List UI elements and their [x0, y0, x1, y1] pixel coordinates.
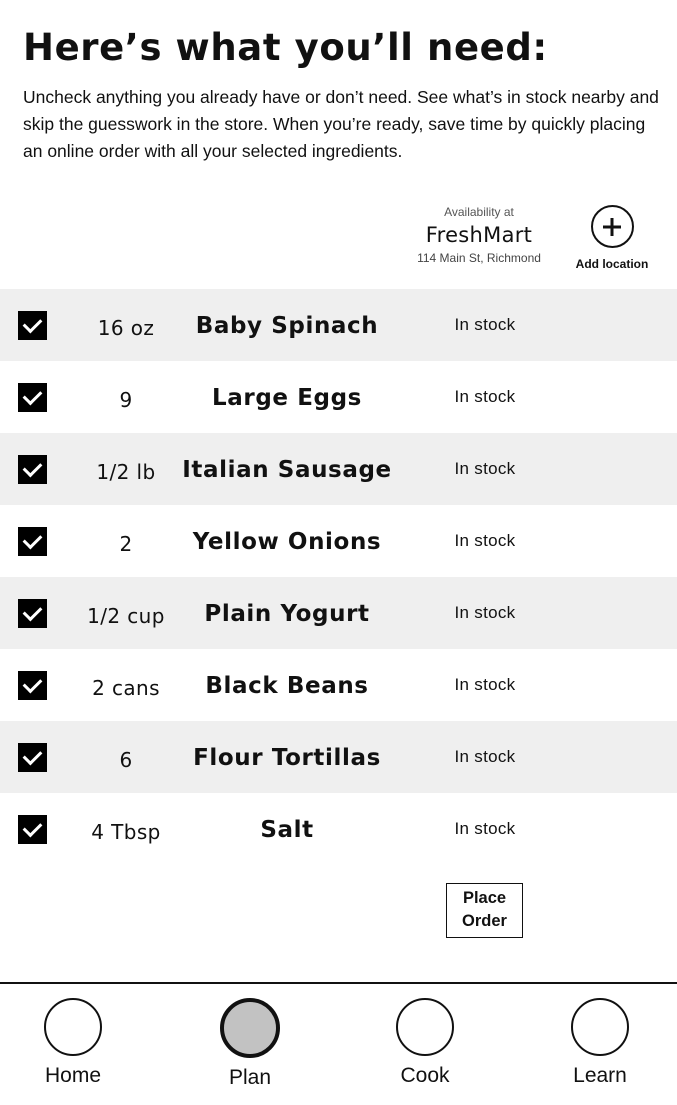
- ingredient-name: Yellow Onions: [192, 529, 382, 555]
- place-order-button[interactable]: Place Order: [446, 883, 523, 938]
- stock-status: In stock: [454, 675, 516, 694]
- ingredient-name: Flour Tortillas: [193, 745, 381, 771]
- ingredient-checkbox[interactable]: [18, 743, 47, 772]
- nav-label: Plan: [228, 1066, 272, 1089]
- intro-text: Uncheck anything you already have or don…: [23, 87, 659, 161]
- ingredient-name: Italian Sausage: [182, 457, 392, 483]
- ingredient-checkbox[interactable]: [18, 383, 47, 412]
- ingredient-name: Plain Yogurt: [204, 601, 370, 627]
- ingredient-quantity: 2 cans: [92, 676, 160, 700]
- stock-status: In stock: [454, 315, 516, 334]
- bottom-nav: Home Plan Cook Learn: [0, 982, 677, 1105]
- ingredient-checkbox[interactable]: [18, 455, 47, 484]
- nav-item-learn[interactable]: Learn: [540, 998, 660, 1088]
- plus-circle-icon: [590, 205, 634, 248]
- nav-label: Home: [44, 1064, 102, 1087]
- ingredient-row: 6 Flour Tortillas In stock: [0, 721, 677, 793]
- add-location-button[interactable]: Add location: [570, 205, 654, 271]
- nav-item-home[interactable]: Home: [13, 998, 133, 1088]
- ingredient-list: 16 oz Baby Spinach In stock 9 Large Eggs…: [0, 289, 677, 865]
- ingredient-row: 4 Tbsp Salt In stock: [0, 793, 677, 865]
- ingredient-quantity: 1/2 lb: [96, 460, 156, 484]
- stock-status: In stock: [454, 603, 516, 622]
- ingredient-row: 2 Yellow Onions In stock: [0, 505, 677, 577]
- ingredient-checkbox[interactable]: [18, 527, 47, 556]
- ingredient-checkbox[interactable]: [18, 599, 47, 628]
- ingredient-row: 1/2 cup Plain Yogurt In stock: [0, 577, 677, 649]
- add-location-label: Add location: [575, 257, 649, 271]
- store-address: 114 Main St, Richmond: [417, 251, 541, 265]
- ingredient-row: 1/2 lb Italian Sausage In stock: [0, 433, 677, 505]
- stock-status: In stock: [454, 819, 516, 838]
- ingredient-name: Salt: [260, 817, 314, 843]
- ingredient-checkbox[interactable]: [18, 815, 47, 844]
- nav-item-cook[interactable]: Cook: [365, 998, 485, 1088]
- stock-status: In stock: [454, 387, 516, 406]
- cook-circle-icon: [396, 998, 454, 1056]
- availability-label: Availability at: [444, 205, 514, 219]
- ingredient-row: 16 oz Baby Spinach In stock: [0, 289, 677, 361]
- stock-status: In stock: [454, 531, 516, 550]
- ingredient-name: Large Eggs: [212, 385, 362, 411]
- page-title: Here’s what you’ll need:: [23, 26, 548, 69]
- ingredient-quantity: 6: [119, 748, 133, 772]
- ingredient-quantity: 16 oz: [97, 316, 155, 340]
- nav-item-plan[interactable]: Plan: [190, 998, 310, 1090]
- store-availability: Availability at FreshMart 114 Main St, R…: [404, 205, 554, 265]
- ingredient-name: Black Beans: [205, 673, 369, 699]
- ingredient-row: 2 cans Black Beans In stock: [0, 649, 677, 721]
- ingredient-quantity: 4 Tbsp: [91, 820, 161, 844]
- ingredient-row: 9 Large Eggs In stock: [0, 361, 677, 433]
- home-circle-icon: [44, 998, 102, 1056]
- ingredient-quantity: 1/2 cup: [87, 604, 165, 628]
- ingredient-quantity: 9: [119, 388, 133, 412]
- store-name: FreshMart: [425, 223, 533, 247]
- plan-circle-icon: [220, 998, 280, 1058]
- ingredient-name: Baby Spinach: [195, 313, 379, 339]
- nav-label: Cook: [400, 1064, 450, 1087]
- place-order-label-line2: Order: [462, 912, 507, 930]
- ingredient-quantity: 2: [119, 532, 133, 556]
- nav-label: Learn: [573, 1064, 627, 1087]
- place-order-label-line1: Place: [462, 889, 507, 907]
- ingredient-checkbox[interactable]: [18, 671, 47, 700]
- stock-status: In stock: [454, 459, 516, 478]
- ingredient-checkbox[interactable]: [18, 311, 47, 340]
- learn-circle-icon: [571, 998, 629, 1056]
- stock-status: In stock: [454, 747, 516, 766]
